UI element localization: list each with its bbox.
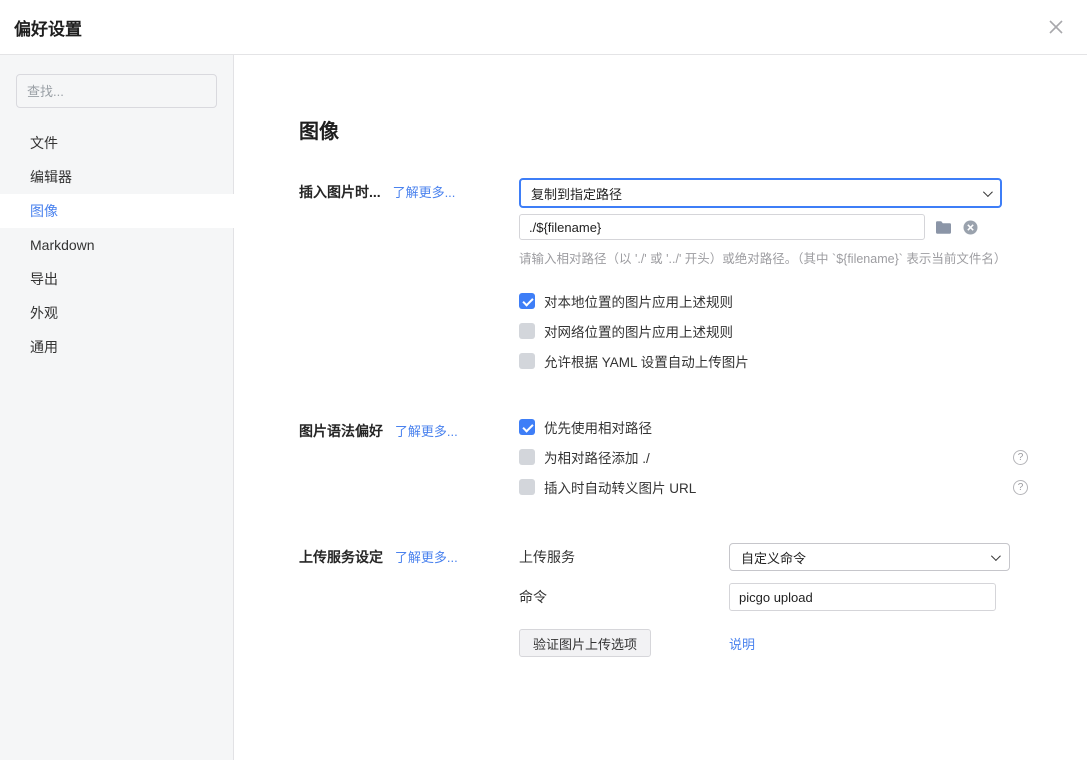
checkbox[interactable]: [519, 419, 535, 435]
section-label: 上传服务设定: [299, 549, 383, 565]
learn-more-link[interactable]: 了解更多...: [393, 185, 456, 200]
checkbox-row[interactable]: 插入时自动转义图片 URL: [519, 477, 696, 497]
copy-path-input[interactable]: [519, 214, 925, 240]
section-label-col: 上传服务设定 了解更多...: [299, 543, 519, 669]
section-label-col: 插入图片时... 了解更多...: [299, 178, 519, 371]
command-label: 命令: [519, 587, 729, 607]
sidebar-nav: 文件 编辑器 图像 Markdown 导出 外观 通用: [0, 126, 233, 364]
checkbox-row-yaml-upload[interactable]: 允许根据 YAML 设置自动上传图片: [519, 351, 1028, 371]
section-controls: 上传服务 自定义命令 命令 验证图片上传选项: [519, 543, 1028, 669]
checkbox[interactable]: [519, 449, 535, 465]
checkbox-row-network-images[interactable]: 对网络位置的图片应用上述规则: [519, 321, 1028, 341]
checkbox-label: 对网络位置的图片应用上述规则: [544, 321, 733, 341]
section-controls: 优先使用相对路径 为相对路径添加 ./ ? 插入时自动转义图片 URL: [519, 417, 1028, 497]
learn-more-link[interactable]: 了解更多...: [395, 424, 458, 439]
validate-row: 验证图片上传选项 说明: [519, 629, 1028, 657]
checkbox-label: 允许根据 YAML 设置自动上传图片: [544, 351, 749, 371]
checkbox[interactable]: [519, 479, 535, 495]
sidebar-item-general[interactable]: 通用: [0, 330, 233, 364]
section-label-col: 图片语法偏好 了解更多...: [299, 417, 519, 497]
search-input[interactable]: [16, 74, 217, 108]
browse-folder-button[interactable]: [934, 218, 952, 236]
checkbox[interactable]: [519, 293, 535, 309]
path-row: [519, 214, 1028, 240]
upload-service-select[interactable]: 自定义命令: [729, 543, 1010, 571]
docs-link[interactable]: 说明: [729, 634, 755, 653]
checkbox-label: 为相对路径添加 ./: [544, 447, 650, 467]
sidebar-item-image[interactable]: 图像: [0, 194, 234, 228]
sidebar: 文件 编辑器 图像 Markdown 导出 外观 通用: [0, 55, 234, 760]
checkbox-row-add-dot-slash: 为相对路径添加 ./ ?: [519, 447, 1028, 467]
insert-action-select-value: 复制到指定路径: [531, 184, 622, 203]
help-icon[interactable]: ?: [1013, 480, 1028, 495]
section-controls: 复制到指定路径: [519, 178, 1028, 371]
close-icon: [1048, 19, 1064, 35]
titlebar: 偏好设置: [0, 0, 1087, 55]
checkbox-label: 插入时自动转义图片 URL: [544, 477, 696, 497]
validate-upload-button[interactable]: 验证图片上传选项: [519, 629, 651, 657]
checkbox[interactable]: [519, 353, 535, 369]
checkbox-row-relative-path[interactable]: 优先使用相对路径: [519, 417, 1028, 437]
insert-checkboxes: 对本地位置的图片应用上述规则 对网络位置的图片应用上述规则 允许根据 YAML …: [519, 291, 1028, 371]
clear-icon: [963, 220, 978, 235]
sidebar-item-editor[interactable]: 编辑器: [0, 160, 233, 194]
sidebar-item-markdown[interactable]: Markdown: [0, 228, 233, 262]
validate-button-wrap: 验证图片上传选项: [519, 629, 729, 657]
sidebar-item-appearance[interactable]: 外观: [0, 296, 233, 330]
search-wrap: [0, 74, 233, 108]
insert-action-select[interactable]: 复制到指定路径: [519, 178, 1002, 208]
upload-service-select-value: 自定义命令: [741, 548, 806, 567]
checkbox-label: 优先使用相对路径: [544, 417, 652, 437]
checkbox-row-escape-url: 插入时自动转义图片 URL ?: [519, 477, 1028, 497]
checkbox-label: 对本地位置的图片应用上述规则: [544, 291, 733, 311]
clear-path-button[interactable]: [961, 218, 979, 236]
checkbox-row-local-images[interactable]: 对本地位置的图片应用上述规则: [519, 291, 1028, 311]
upload-service-row: 上传服务 自定义命令: [519, 543, 1028, 571]
section-label: 插入图片时...: [299, 184, 381, 200]
chevron-down-icon: [983, 187, 993, 197]
image-settings-panel: 图像 插入图片时... 了解更多... 复制到指定路径: [234, 55, 1087, 760]
section-label: 图片语法偏好: [299, 423, 383, 439]
path-hint-text: 请输入相对路径（以 './' 或 '../' 开头）或绝对路径。（其中 `${f…: [519, 248, 1028, 267]
folder-icon: [935, 220, 952, 235]
section-image-syntax: 图片语法偏好 了解更多... 优先使用相对路径 为相对路径添加 ./ ?: [299, 417, 1028, 497]
sidebar-item-export[interactable]: 导出: [0, 262, 233, 296]
help-icon[interactable]: ?: [1013, 450, 1028, 465]
command-input[interactable]: [729, 583, 996, 611]
checkbox-row[interactable]: 为相对路径添加 ./: [519, 447, 650, 467]
upload-service-label: 上传服务: [519, 547, 729, 567]
command-row: 命令: [519, 583, 1028, 611]
section-upload-service: 上传服务设定 了解更多... 上传服务 自定义命令 命令: [299, 543, 1028, 669]
page-title: 图像: [299, 115, 1028, 144]
chevron-down-icon: [991, 551, 1001, 561]
sidebar-item-file[interactable]: 文件: [0, 126, 233, 160]
window-body: 文件 编辑器 图像 Markdown 导出 外观 通用 图像 插入图片时... …: [0, 55, 1087, 760]
learn-more-link[interactable]: 了解更多...: [395, 550, 458, 565]
preferences-window: 偏好设置 文件 编辑器 图像 Markdown 导出 外观 通用: [0, 0, 1087, 760]
section-insert-images: 插入图片时... 了解更多... 复制到指定路径: [299, 178, 1028, 371]
window-title: 偏好设置: [14, 15, 82, 40]
checkbox[interactable]: [519, 323, 535, 339]
close-button[interactable]: [1045, 16, 1067, 38]
